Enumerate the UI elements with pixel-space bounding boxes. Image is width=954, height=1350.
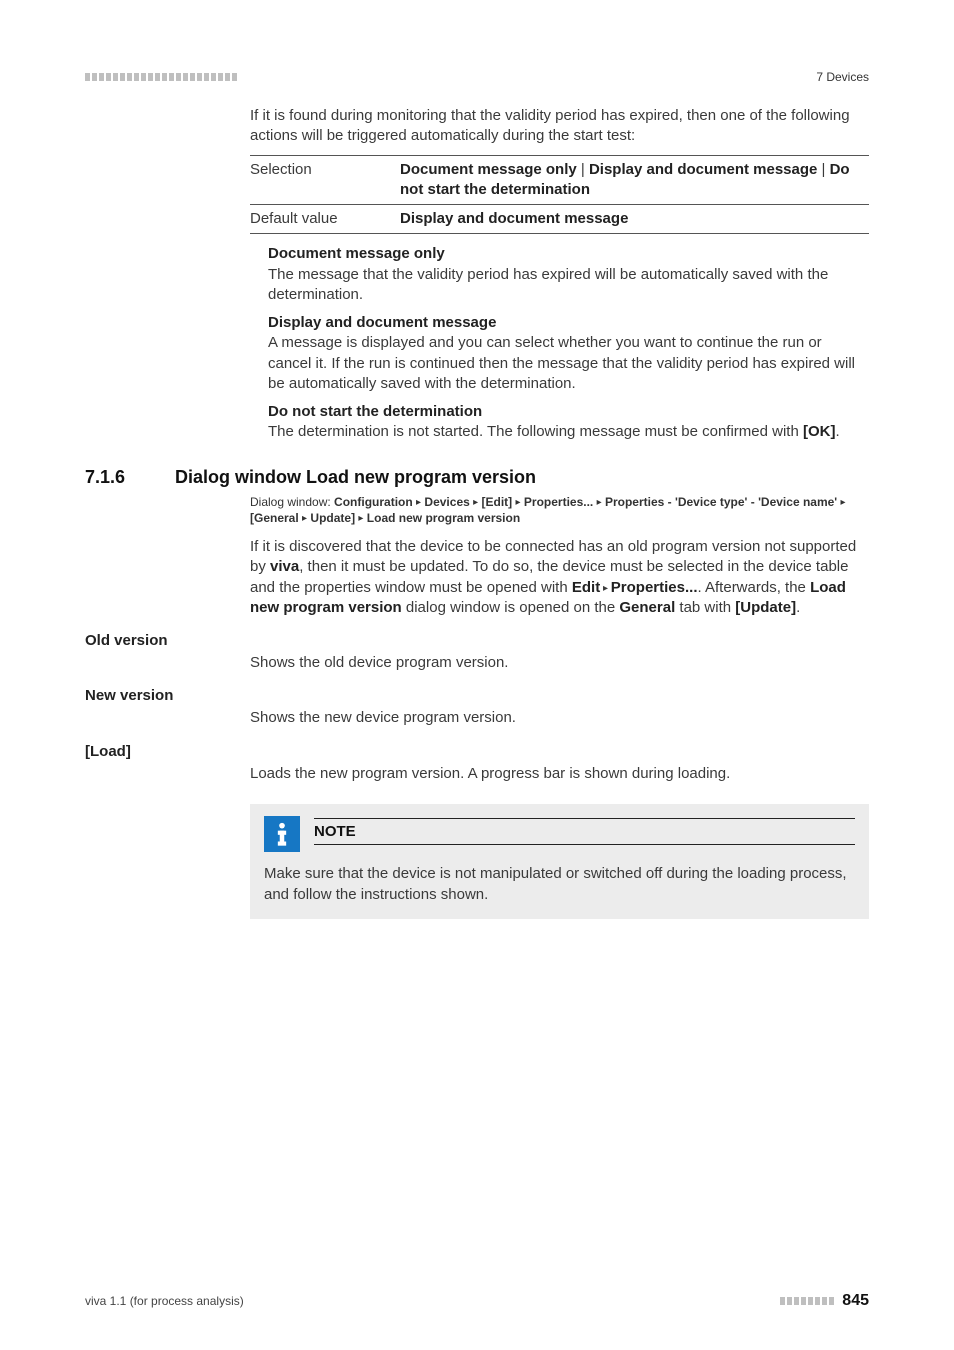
spec-value-part: Display and document message [589,161,817,178]
note-header: NOTE [264,816,855,852]
header-section-label: 7 Devices [816,70,869,84]
dialog-path-seg: Configuration [334,495,413,509]
header-decoration-left [85,73,237,81]
section-paragraph: If it is discovered that the device to b… [250,537,869,618]
dialog-path-seg: Properties - 'Device type' - 'Device nam… [605,495,837,509]
dialog-path-seg: [Edit] [482,495,513,509]
dialog-path-seg: Update] [310,511,355,525]
definition-block: Do not start the determination The deter… [268,402,869,443]
info-icon [264,816,300,852]
note-title: NOTE [314,823,855,840]
field-row: [Load] Loads the new program version. A … [85,743,869,784]
para-bold: Properties... [611,579,698,596]
table-row: Selection Document message only | Displa… [250,155,869,205]
footer-right: 845 [780,1292,869,1310]
para-bold: General [619,599,675,616]
definition-body-text: The determination is not started. The fo… [268,423,803,440]
section-title: Dialog window Load new program version [175,467,536,488]
definition-title: Display and document message [268,313,869,333]
section-heading: 7.1.6 Dialog window Load new program ver… [85,467,869,488]
page-footer: viva 1.1 (for process analysis) 845 [85,1292,869,1310]
field-label: New version [85,687,869,704]
spec-value-part: Document message only [400,161,577,178]
dialog-path-seg: Properties... [524,495,593,509]
spec-value: Document message only | Display and docu… [400,155,869,205]
para-text: . [796,599,800,616]
para-bold: Edit [572,579,600,596]
section-body: Dialog window: Configuration ▸ Devices ▸… [250,494,869,619]
page-number: 845 [842,1292,869,1310]
definition-body: A message is displayed and you can selec… [268,333,869,394]
dialog-path-label: Dialog window: [250,495,334,509]
definition-body: The message that the validity period has… [268,265,869,306]
para-text: tab with [675,599,735,616]
field-body: Shows the new device program version. [250,708,869,728]
page-container: 7 Devices If it is found during monitori… [0,0,954,1350]
para-bold: viva [270,558,299,575]
dialog-path: Dialog window: Configuration ▸ Devices ▸… [250,494,869,528]
para-text: . Afterwards, the [698,579,811,596]
definition-title: Do not start the determination [268,402,869,422]
footer-left: viva 1.1 (for process analysis) [85,1294,244,1308]
spec-label: Default value [250,205,400,234]
field-label: [Load] [85,743,869,760]
spec-table: Selection Document message only | Displa… [250,155,869,235]
note-box: NOTE Make sure that the device is not ma… [250,804,869,919]
field-row: New version Shows the new device program… [85,687,869,728]
field-label: Old version [85,632,869,649]
note-rule [314,818,855,819]
table-row: Default value Display and document messa… [250,205,869,234]
definition-body-text: . [835,423,839,440]
body-column: If it is found during monitoring that th… [250,106,869,443]
spec-label: Selection [250,155,400,205]
para-text: dialog window is opened on the [402,599,620,616]
spec-value: Display and document message [400,205,869,234]
field-body: Shows the old device program version. [250,653,869,673]
intro-paragraph: If it is found during monitoring that th… [250,106,869,147]
spec-value-sep: | [817,161,829,178]
page-header: 7 Devices [85,70,869,84]
field-row: Old version Shows the old device program… [85,632,869,673]
definition-block: Document message only The message that t… [268,244,869,305]
note-body: Make sure that the device is not manipul… [264,864,855,905]
section-number: 7.1.6 [85,467,145,488]
dialog-path-seg: Load new program version [367,511,520,525]
definition-body-bold: [OK] [803,423,836,440]
field-body: Loads the new program version. A progres… [250,764,869,784]
footer-decoration [780,1297,834,1305]
definition-title: Document message only [268,244,869,264]
note-title-wrap: NOTE [314,818,855,849]
spec-value-sep: | [577,161,589,178]
para-tri: ▸ [600,583,611,594]
definition-body: The determination is not started. The fo… [268,422,869,442]
dialog-path-seg: [General [250,511,299,525]
dialog-path-seg: Devices [424,495,469,509]
note-rule [314,844,855,845]
definition-block: Display and document message A message i… [268,313,869,394]
spec-value-part: Display and document message [400,210,628,227]
para-bold: [Update] [735,599,796,616]
